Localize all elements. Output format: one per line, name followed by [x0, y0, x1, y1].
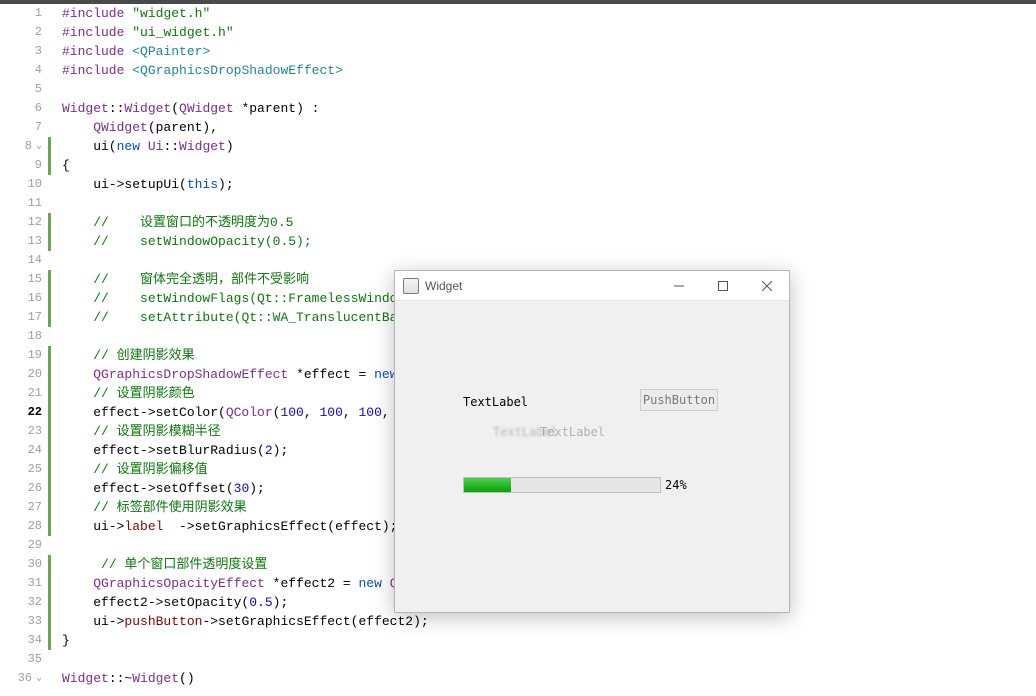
line-number: 15	[0, 270, 48, 289]
code-line[interactable]: ui->pushButton->setGraphicsEffect(effect…	[48, 612, 1036, 631]
line-number: 31	[0, 574, 48, 593]
progress-bar	[463, 477, 661, 493]
line-number: 2	[0, 23, 48, 42]
code-line[interactable]: // setWindowOpacity(0.5);	[48, 232, 1036, 251]
code-line[interactable]: ui->setupUi(this);	[48, 175, 1036, 194]
titlebar[interactable]: Widget	[395, 271, 789, 301]
code-line[interactable]: {	[48, 156, 1036, 175]
minimize-button[interactable]	[657, 271, 701, 301]
line-number: 16	[0, 289, 48, 308]
code-line[interactable]	[48, 650, 1036, 669]
line-number: 18	[0, 327, 48, 346]
close-button[interactable]	[745, 271, 789, 301]
code-line[interactable]: // 设置窗口的不透明度为0.5	[48, 213, 1036, 232]
line-number: 22	[0, 403, 48, 422]
line-number: 29	[0, 536, 48, 555]
app-icon	[403, 278, 419, 294]
line-number: 1	[0, 4, 48, 23]
line-number: 35	[0, 650, 48, 669]
line-number: 21	[0, 384, 48, 403]
fold-icon[interactable]: ⌄	[36, 137, 42, 156]
line-number: 25	[0, 460, 48, 479]
line-number: 14	[0, 251, 48, 270]
line-number: 27	[0, 498, 48, 517]
line-number: 9	[0, 156, 48, 175]
line-number: 13	[0, 232, 48, 251]
line-number: 33	[0, 612, 48, 631]
line-number: 5	[0, 80, 48, 99]
code-line[interactable]: #include "widget.h"	[48, 4, 1036, 23]
code-line[interactable]: Widget::Widget(QWidget *parent) :	[48, 99, 1036, 118]
line-number: 6	[0, 99, 48, 118]
line-number: 17	[0, 308, 48, 327]
widget-body: TextLabel TextLabel PushButton 24%	[395, 301, 789, 612]
text-label-1: TextLabel	[463, 395, 528, 409]
code-line[interactable]: QWidget(parent),	[48, 118, 1036, 137]
line-number: 3	[0, 42, 48, 61]
maximize-button[interactable]	[701, 271, 745, 301]
line-number: 12	[0, 213, 48, 232]
code-line[interactable]: ui(new Ui::Widget)	[48, 137, 1036, 156]
window-title: Widget	[425, 279, 657, 293]
widget-window: Widget TextLabel TextLabel PushButton 24…	[394, 270, 790, 613]
line-number: 26	[0, 479, 48, 498]
code-line[interactable]: #include <QPainter>	[48, 42, 1036, 61]
line-number: 23	[0, 422, 48, 441]
line-number: 30	[0, 555, 48, 574]
code-line[interactable]	[48, 251, 1036, 270]
line-number-gutter: 12345678⌄9101112131415161718192021222324…	[0, 4, 48, 688]
code-line[interactable]: #include <QGraphicsDropShadowEffect>	[48, 61, 1036, 80]
line-number: 8⌄	[0, 137, 48, 156]
line-number: 20	[0, 365, 48, 384]
code-line[interactable]: #include "ui_widget.h"	[48, 23, 1036, 42]
line-number: 19	[0, 346, 48, 365]
window-buttons	[657, 271, 789, 301]
line-number: 7	[0, 118, 48, 137]
line-number: 24	[0, 441, 48, 460]
line-number: 28	[0, 517, 48, 536]
progress-fill	[464, 478, 511, 492]
code-line[interactable]: Widget::~Widget()	[48, 669, 1036, 688]
line-number: 32	[0, 593, 48, 612]
line-number: 34	[0, 631, 48, 650]
code-line[interactable]	[48, 80, 1036, 99]
fold-icon[interactable]: ⌄	[36, 669, 42, 688]
text-label-1-shadow: TextLabel	[540, 425, 605, 439]
progress-text: 24%	[665, 478, 687, 492]
code-line[interactable]: }	[48, 631, 1036, 650]
code-line[interactable]	[48, 194, 1036, 213]
line-number: 36⌄	[0, 669, 48, 688]
push-button[interactable]: PushButton	[640, 389, 718, 411]
line-number: 11	[0, 194, 48, 213]
line-number: 10	[0, 175, 48, 194]
line-number: 4	[0, 61, 48, 80]
